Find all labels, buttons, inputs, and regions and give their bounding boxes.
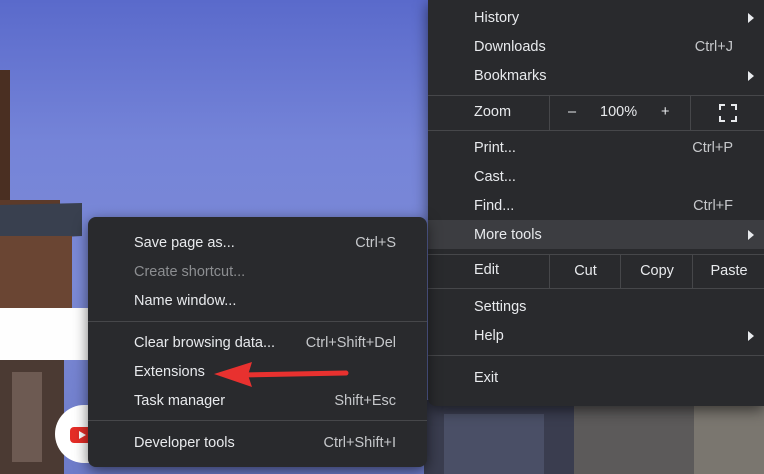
cast-label: Cast... bbox=[474, 168, 516, 185]
downloads-label: Downloads bbox=[474, 38, 546, 55]
menu-item-cast[interactable]: Cast... bbox=[428, 162, 764, 191]
menu-item-print[interactable]: Print... Ctrl+P bbox=[428, 133, 764, 162]
menu-separator bbox=[428, 130, 764, 131]
bookmarks-label: Bookmarks bbox=[474, 67, 547, 84]
dev-tools-shortcut: Ctrl+Shift+I bbox=[323, 434, 396, 451]
find-label: Find... bbox=[474, 197, 515, 214]
exit-label: Exit bbox=[474, 369, 499, 386]
menu-item-bookmarks[interactable]: Bookmarks bbox=[428, 61, 764, 90]
save-page-label: Save page as... bbox=[134, 234, 235, 251]
menu-item-create-shortcut: Create shortcut... bbox=[88, 257, 427, 286]
browser-main-menu: History Downloads Ctrl+J Bookmarks Zoom … bbox=[428, 0, 764, 406]
edit-label: Edit bbox=[474, 262, 499, 278]
submenu-arrow-icon bbox=[748, 70, 754, 81]
menu-separator bbox=[88, 321, 427, 322]
save-page-shortcut: Ctrl+S bbox=[355, 234, 396, 251]
copy-label: Copy bbox=[640, 263, 674, 279]
zoom-level: 100% bbox=[600, 104, 638, 120]
task-manager-shortcut: Shift+Esc bbox=[334, 392, 396, 409]
zoom-controls: – 100% + bbox=[549, 96, 691, 130]
fullscreen-icon bbox=[719, 104, 737, 122]
menu-separator bbox=[88, 420, 427, 421]
paste-button[interactable]: Paste bbox=[692, 254, 764, 288]
menu-separator bbox=[428, 355, 764, 356]
paste-label: Paste bbox=[710, 263, 748, 279]
menu-item-settings[interactable]: Settings bbox=[428, 292, 764, 321]
clear-data-label: Clear browsing data... bbox=[134, 334, 276, 351]
print-label: Print... bbox=[474, 139, 516, 156]
task-manager-label: Task manager bbox=[134, 392, 226, 409]
annotation-arrow-icon bbox=[214, 362, 349, 387]
menu-item-name-window[interactable]: Name window... bbox=[88, 286, 427, 315]
clear-data-shortcut: Ctrl+Shift+Del bbox=[305, 334, 396, 351]
menu-item-help[interactable]: Help bbox=[428, 321, 764, 350]
fullscreen-button[interactable] bbox=[690, 96, 764, 130]
menu-item-find[interactable]: Find... Ctrl+F bbox=[428, 191, 764, 220]
name-window-label: Name window... bbox=[134, 292, 237, 309]
cut-button[interactable]: Cut bbox=[549, 254, 621, 288]
settings-label: Settings bbox=[474, 298, 527, 315]
menu-separator bbox=[428, 288, 764, 289]
menu-item-exit[interactable]: Exit bbox=[428, 363, 764, 392]
zoom-out-button[interactable]: – bbox=[568, 104, 576, 120]
create-shortcut-label: Create shortcut... bbox=[134, 263, 246, 280]
history-label: History bbox=[474, 9, 520, 26]
menu-item-save-page[interactable]: Save page as... Ctrl+S bbox=[88, 228, 427, 257]
print-shortcut: Ctrl+P bbox=[692, 139, 733, 156]
submenu-arrow-icon bbox=[748, 330, 754, 341]
menu-row-edit: Edit Cut Copy Paste bbox=[428, 254, 764, 288]
cut-label: Cut bbox=[574, 263, 597, 279]
menu-row-zoom: Zoom – 100% + bbox=[428, 96, 764, 130]
dev-tools-label: Developer tools bbox=[134, 434, 235, 451]
menu-item-task-manager[interactable]: Task manager Shift+Esc bbox=[88, 386, 427, 415]
submenu-arrow-icon bbox=[748, 229, 754, 240]
zoom-label: Zoom bbox=[474, 104, 512, 120]
building-image-right bbox=[424, 394, 764, 474]
menu-item-downloads[interactable]: Downloads Ctrl+J bbox=[428, 32, 764, 61]
downloads-shortcut: Ctrl+J bbox=[694, 38, 733, 55]
menu-item-more-tools[interactable]: More tools bbox=[428, 220, 764, 249]
submenu-arrow-icon bbox=[748, 12, 754, 23]
more-tools-submenu: Save page as... Ctrl+S Create shortcut..… bbox=[88, 217, 427, 467]
copy-button[interactable]: Copy bbox=[620, 254, 693, 288]
help-label: Help bbox=[474, 327, 504, 344]
menu-item-developer-tools[interactable]: Developer tools Ctrl+Shift+I bbox=[88, 428, 427, 457]
more-tools-label: More tools bbox=[474, 226, 542, 243]
find-shortcut: Ctrl+F bbox=[693, 197, 733, 214]
extensions-label: Extensions bbox=[134, 363, 205, 380]
menu-item-clear-browsing-data[interactable]: Clear browsing data... Ctrl+Shift+Del bbox=[88, 328, 427, 357]
zoom-in-button[interactable]: + bbox=[661, 104, 669, 120]
menu-item-history[interactable]: History bbox=[428, 3, 764, 32]
